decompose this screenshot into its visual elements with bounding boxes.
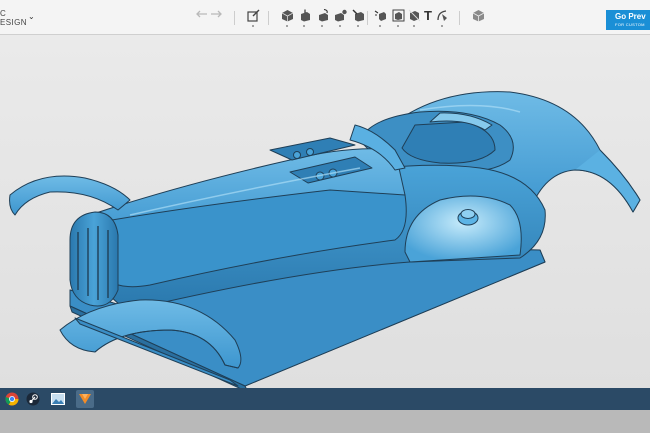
- brand-line-2: ESIGN: [0, 18, 27, 27]
- bottom-edge: [0, 410, 650, 433]
- brand-caret-icon[interactable]: ⌄: [28, 12, 35, 21]
- text-tool-label: T: [424, 8, 432, 23]
- pattern-icon[interactable]: [372, 9, 388, 27]
- material-box-icon[interactable]: [470, 9, 486, 27]
- modify-icon[interactable]: [350, 9, 366, 27]
- fusion-360-icon[interactable]: [76, 390, 94, 408]
- primitive-box-icon[interactable]: [279, 9, 295, 27]
- measure-icon[interactable]: [434, 9, 450, 27]
- front-grille: [69, 211, 119, 307]
- toolbar-separator: [234, 11, 235, 25]
- redo-arrow-icon[interactable]: [210, 9, 222, 22]
- group-icon[interactable]: [390, 9, 406, 27]
- image-viewer-icon[interactable]: [49, 390, 67, 408]
- go-preview-sub-label: FOR CUSTOM: [615, 22, 645, 27]
- undo-arrow-icon[interactable]: [196, 9, 208, 22]
- revolve-icon[interactable]: [314, 9, 330, 27]
- top-toolbar: C ESIGN ⌄ T Go Prev FOR CUSTOM: [0, 0, 650, 35]
- app-brand[interactable]: C ESIGN ⌄: [0, 9, 35, 27]
- toolbar-separator: [367, 11, 368, 25]
- steam-icon[interactable]: [24, 390, 42, 408]
- extrude-icon[interactable]: [296, 9, 312, 27]
- toolbar-separator: [268, 11, 269, 25]
- go-preview-label: Go Prev: [615, 12, 646, 21]
- chrome-icon[interactable]: [3, 390, 21, 408]
- 3d-viewport[interactable]: [0, 35, 650, 388]
- os-taskbar: [0, 388, 650, 410]
- sweep-icon[interactable]: [332, 9, 348, 27]
- toolbar-separator: [459, 11, 460, 25]
- car-body-model[interactable]: [0, 35, 650, 388]
- brand-line-1: C: [0, 9, 7, 18]
- sketch-tool-icon[interactable]: [245, 9, 261, 27]
- go-preview-button[interactable]: Go Prev FOR CUSTOM: [606, 10, 650, 30]
